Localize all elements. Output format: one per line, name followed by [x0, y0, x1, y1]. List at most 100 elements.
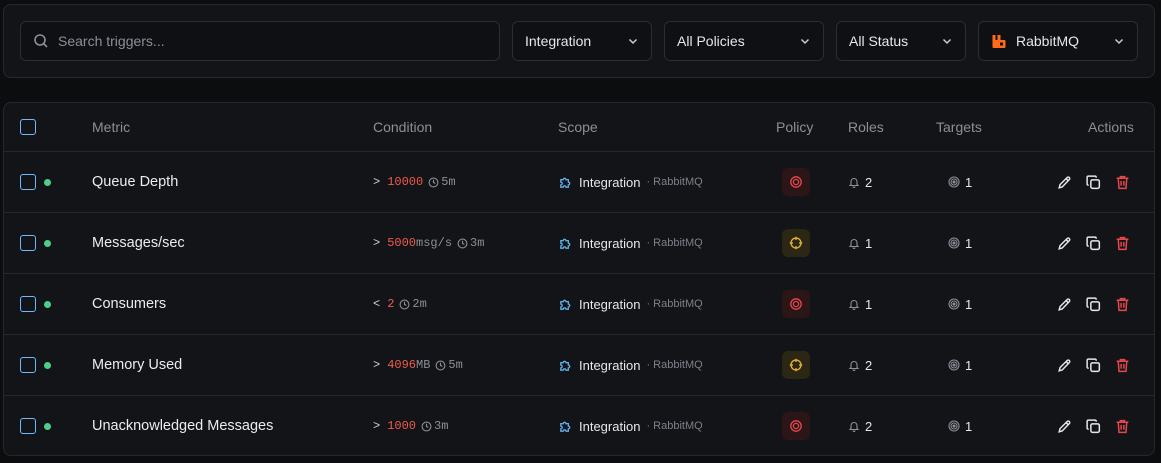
policy-badge[interactable]	[782, 168, 810, 196]
row-checkbox[interactable]	[20, 174, 36, 190]
radar-icon	[948, 420, 960, 432]
puzzle-icon	[560, 238, 571, 249]
policy-badge[interactable]	[782, 351, 810, 379]
targets-value: 1	[965, 174, 973, 190]
targets-count: 1	[948, 297, 972, 312]
row-actions	[1056, 296, 1131, 313]
condition-threshold: 10000	[387, 175, 424, 189]
column-scope[interactable]: Scope	[558, 103, 598, 151]
table-row[interactable]: Memory Used > 4096 MB 5m Integration · R…	[4, 334, 1154, 395]
delete-button[interactable]	[1114, 174, 1131, 191]
duplicate-button[interactable]	[1085, 174, 1102, 191]
edit-button[interactable]	[1056, 296, 1073, 313]
targets-count: 1	[948, 358, 972, 373]
bell-icon	[848, 300, 860, 310]
search-input[interactable]	[58, 33, 458, 49]
chevron-down-icon	[800, 38, 810, 45]
row-checkbox[interactable]	[20, 235, 36, 251]
column-roles[interactable]: Roles	[848, 103, 884, 151]
row-checkbox[interactable]	[20, 296, 36, 312]
target-icon	[790, 420, 802, 432]
bell-icon	[848, 361, 860, 371]
table-row[interactable]: Consumers < 2 2m Integration · RabbitMQ	[4, 273, 1154, 334]
column-metric[interactable]: Metric	[92, 103, 130, 151]
edit-button[interactable]	[1056, 418, 1073, 435]
table-row[interactable]: Messages/sec > 5000 msg/s 3m Integration…	[4, 212, 1154, 273]
delete-button[interactable]	[1114, 235, 1131, 252]
policy-badge[interactable]	[782, 290, 810, 318]
row-actions	[1056, 235, 1131, 252]
edit-button[interactable]	[1056, 235, 1073, 252]
column-policy[interactable]: Policy	[776, 103, 813, 151]
scope: Integration · RabbitMQ	[558, 358, 703, 373]
scope-name: Integration	[579, 296, 641, 312]
row-checkbox[interactable]	[20, 357, 36, 373]
duration-value: 5m	[441, 175, 456, 189]
target-icon	[790, 298, 802, 310]
puzzle-icon	[560, 177, 571, 188]
table-row[interactable]: Queue Depth > 10000 5m Integration · Rab…	[4, 151, 1154, 212]
condition-duration: 3m	[457, 236, 484, 250]
targets-value: 1	[965, 357, 973, 373]
source-select[interactable]: RabbitMQ	[978, 21, 1138, 61]
status-dot	[44, 239, 51, 247]
crosshair-icon	[789, 358, 803, 372]
policy-badge[interactable]	[782, 229, 810, 257]
row-actions	[1056, 174, 1131, 191]
column-actions: Actions	[1088, 119, 1134, 135]
duplicate-button[interactable]	[1085, 357, 1102, 374]
condition-duration: 2m	[399, 297, 427, 311]
roles-value: 2	[865, 174, 873, 190]
roles-count: 2	[848, 175, 872, 190]
condition: < 2 2m	[373, 297, 427, 311]
policy-badge[interactable]	[782, 412, 810, 440]
scope-detail: · RabbitMQ	[646, 176, 703, 188]
edit-button[interactable]	[1056, 357, 1073, 374]
targets-count: 1	[948, 236, 972, 251]
column-condition[interactable]: Condition	[373, 103, 432, 151]
row-actions	[1056, 357, 1131, 374]
select-all-checkbox[interactable]	[20, 119, 36, 135]
duplicate-button[interactable]	[1085, 235, 1102, 252]
copy-icon	[1086, 418, 1101, 433]
policies-select-value: All Policies	[677, 33, 745, 49]
roles-count: 2	[848, 419, 872, 434]
status-dot	[44, 178, 51, 186]
scope-name: Integration	[579, 357, 641, 373]
radar-icon	[948, 298, 960, 310]
row-checkbox[interactable]	[20, 418, 36, 434]
delete-button[interactable]	[1114, 418, 1131, 435]
integration-select[interactable]: Integration	[512, 21, 652, 61]
pencil-icon	[1058, 358, 1071, 372]
integration-select-value: Integration	[525, 33, 592, 49]
search-box[interactable]	[20, 21, 500, 61]
edit-button[interactable]	[1056, 174, 1073, 191]
clock-icon	[421, 421, 432, 431]
condition-threshold: 5000	[387, 236, 417, 250]
target-icon	[790, 176, 802, 188]
scope: Integration · RabbitMQ	[558, 297, 703, 312]
delete-button[interactable]	[1114, 357, 1131, 374]
condition-duration: 3m	[421, 419, 448, 433]
table-row[interactable]: Unacknowledged Messages > 1000 3m Integr…	[4, 395, 1154, 455]
status-select[interactable]: All Status	[836, 21, 966, 61]
duplicate-button[interactable]	[1085, 296, 1102, 313]
scope-name: Integration	[579, 418, 641, 434]
delete-button[interactable]	[1114, 296, 1131, 313]
duplicate-button[interactable]	[1085, 418, 1102, 435]
radar-icon	[948, 359, 960, 371]
status-dot	[44, 361, 51, 369]
duration-value: 5m	[448, 358, 463, 372]
policies-select[interactable]: All Policies	[664, 21, 824, 61]
radar-icon	[948, 176, 960, 188]
condition-operator: >	[373, 236, 381, 250]
puzzle-icon	[560, 421, 571, 432]
trash-icon	[1116, 236, 1129, 250]
radar-icon	[948, 237, 960, 249]
search-icon	[34, 34, 48, 48]
targets-count: 1	[948, 419, 972, 434]
condition: > 1000 3m	[373, 419, 448, 433]
condition-duration: 5m	[435, 358, 463, 372]
column-targets[interactable]: Targets	[936, 103, 982, 151]
roles-count: 2	[848, 358, 872, 373]
